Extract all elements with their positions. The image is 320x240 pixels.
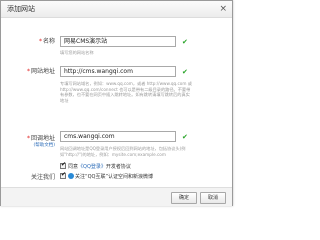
qq-login-link[interactable]: 《QQ登录》 bbox=[78, 164, 106, 170]
name-label: 名称 bbox=[42, 38, 55, 45]
check-icon: ✔ bbox=[182, 38, 188, 46]
close-icon[interactable]: × bbox=[219, 3, 227, 15]
follow-text: 关注“QQ互联”认证空间和新浪微博 bbox=[75, 174, 154, 180]
site-url-input[interactable]: http://cms.wangqi.com bbox=[60, 66, 176, 77]
required-mark: * bbox=[26, 68, 30, 75]
agreement-line: ✔ 同意《QQ登录》开发者协议 bbox=[60, 160, 131, 171]
qq-logo-icon bbox=[68, 172, 74, 179]
required-mark: * bbox=[26, 135, 30, 142]
follow-line: ✔ 关注“QQ互联”认证空间和新浪微博 bbox=[60, 170, 154, 181]
checkmark-icon: ✔ bbox=[61, 170, 67, 178]
callback-label: 回调地址 bbox=[30, 135, 55, 142]
site-url-hint: 专填写网站域名，例如：www.qq.com，或者 http://www.qq.c… bbox=[60, 81, 192, 103]
check-icon: ✔ bbox=[182, 133, 188, 141]
agreement-text-prefix: 同意 bbox=[68, 164, 79, 170]
agreement-checkbox[interactable]: ✔ bbox=[60, 160, 67, 169]
site-name-input[interactable]: 网易CMS演示站 bbox=[60, 36, 176, 47]
add-site-dialog: 添加网站 × *名称 网易CMS演示站 ✔ 填写您的网站名称 *网站地址 htt… bbox=[0, 0, 233, 206]
callback-url-hint: 网站回调地址是QQ登录用户授权后回到网站的地址，包括协议头(例如"http://… bbox=[60, 146, 186, 157]
dialog-title: 添加网站 bbox=[7, 5, 35, 13]
checkmark-icon: ✔ bbox=[61, 160, 67, 168]
name-label-wrap: *名称 bbox=[9, 38, 55, 45]
help-doc-link[interactable]: (帮助文档) bbox=[9, 143, 55, 149]
callback-label-wrap: *回调地址 bbox=[9, 135, 55, 142]
check-icon: ✔ bbox=[182, 68, 188, 76]
required-mark: * bbox=[38, 38, 42, 45]
cancel-button[interactable]: 取消 bbox=[200, 192, 226, 204]
agreement-text-suffix: 开发者协议 bbox=[105, 164, 131, 170]
follow-label: 关注我们 bbox=[30, 174, 55, 181]
site-url-label: 网站地址 bbox=[30, 68, 55, 75]
follow-checkbox[interactable]: ✔ bbox=[60, 170, 67, 179]
dialog-titlebar[interactable]: 添加网站 × bbox=[1, 1, 232, 18]
site-url-label-wrap: *网站地址 bbox=[9, 68, 55, 75]
confirm-button[interactable]: 确定 bbox=[171, 192, 197, 204]
callback-url-input[interactable]: cms.wangqi.com bbox=[60, 131, 176, 142]
site-name-hint: 填写您的网站名称 bbox=[60, 50, 94, 55]
dialog-footer: 确定 取消 bbox=[1, 187, 232, 206]
